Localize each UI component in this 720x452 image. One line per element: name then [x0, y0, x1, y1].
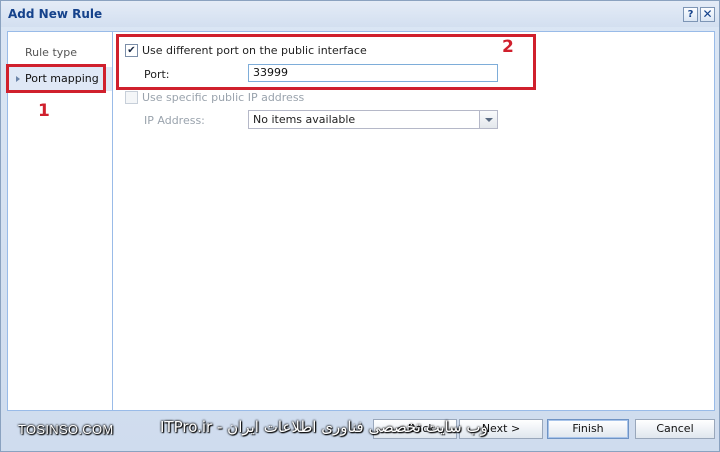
watermark-left: TOSINSO.COM [18, 422, 114, 437]
finish-button[interactable]: Finish [547, 419, 629, 439]
help-icon[interactable]: ? [683, 7, 698, 22]
ip-address-label: IP Address: [144, 114, 205, 127]
dialog-title: Add New Rule [8, 7, 103, 21]
cancel-button[interactable]: Cancel [635, 419, 715, 439]
use-specific-ip-label: Use specific public IP address [142, 91, 305, 104]
ip-address-select[interactable]: No items available [248, 110, 498, 129]
highlight-box-2 [116, 34, 536, 90]
nav-item-label: Rule type [25, 46, 78, 59]
chevron-down-icon[interactable] [479, 111, 497, 128]
annotation-marker-1: 1 [38, 101, 50, 121]
annotation-marker-2: 2 [502, 37, 514, 57]
nav-item-rule-type[interactable]: Rule type [8, 41, 112, 65]
watermark-right: ITPro.ir - وب سایت تخصصی فناوری اطلاعات … [160, 418, 488, 436]
ip-address-value: No items available [253, 113, 356, 126]
highlight-box-1 [6, 64, 106, 93]
use-specific-ip-checkbox[interactable] [125, 91, 138, 104]
title-bar: Add New Rule ? ✕ [1, 1, 719, 27]
close-icon[interactable]: ✕ [700, 7, 715, 22]
